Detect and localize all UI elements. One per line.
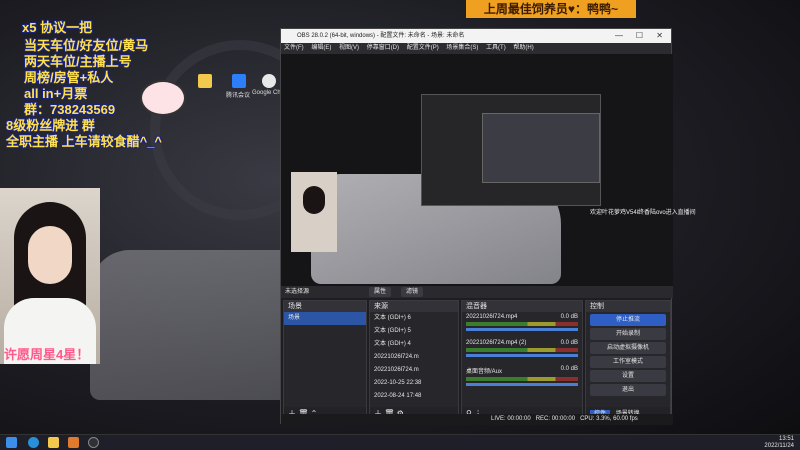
menu-profile[interactable]: 配置文件(P) bbox=[407, 45, 439, 51]
mixer-dock: 混音器 20221026l724.mp4 0.0 dB 20221026l724.… bbox=[461, 300, 583, 422]
start-virtual-camera-button[interactable]: 启动虚拟摄像机 bbox=[590, 342, 666, 354]
obs-icon[interactable] bbox=[88, 437, 99, 448]
menu-tools[interactable]: 工具(T) bbox=[486, 45, 506, 51]
folder-icon[interactable] bbox=[198, 74, 212, 88]
obs-window: OBS 28.0.2 (64-bit, windows) - 配置文件: 未命名… bbox=[280, 28, 673, 425]
webcam-feed bbox=[0, 188, 100, 364]
studio-mode-button[interactable]: 工作室模式 bbox=[590, 356, 666, 368]
preview-webcam bbox=[291, 172, 337, 252]
source-item[interactable]: 20221026l724.m bbox=[370, 351, 458, 364]
no-source-label: 未选择源 bbox=[285, 289, 310, 295]
pig-sticker-icon bbox=[140, 80, 186, 116]
overlay-line: 两天车位/主播上号 bbox=[24, 54, 132, 69]
start-recording-button[interactable]: 开始录制 bbox=[590, 328, 666, 340]
overlay-line: 当天车位/好友位/黄马 bbox=[24, 38, 149, 53]
source-item[interactable]: 文本 (GDI+) 4 bbox=[370, 338, 458, 351]
volume-meter bbox=[466, 348, 578, 352]
nested-preview bbox=[421, 94, 601, 206]
track-name: 桌面音频/Aux bbox=[466, 369, 503, 375]
obs-titlebar: OBS 28.0.2 (64-bit, windows) - 配置文件: 未命名… bbox=[281, 29, 671, 43]
mixer-track: 20221026l724.mp4 (2) 0.0 dB bbox=[462, 338, 582, 364]
track-name: 20221026l724.mp4 (2) bbox=[466, 340, 527, 346]
track-name: 20221026l724.mp4 bbox=[466, 314, 518, 320]
mixer-track: 20221026l724.mp4 0.0 dB bbox=[462, 312, 582, 338]
controls-dock: 控制 停止推流 开始录制 启动虚拟摄像机 工作室模式 设置 退出 控件 场景转换 bbox=[585, 300, 671, 422]
source-item[interactable]: 20221026l724.m bbox=[370, 364, 458, 377]
menu-docks[interactable]: 停靠窗口(D) bbox=[367, 45, 399, 51]
track-db: 0.0 dB bbox=[560, 314, 578, 320]
cpu-status: CPU: 3.3%, 60.00 fps bbox=[580, 416, 638, 422]
source-item[interactable]: 文本 (GDI+) 5 bbox=[370, 325, 458, 338]
volume-slider[interactable] bbox=[466, 328, 578, 331]
source-toolbar: 未选择源 属性 滤镜 bbox=[281, 286, 673, 298]
volume-meter bbox=[466, 377, 578, 381]
live-status: LIVE: 00:00:00 bbox=[491, 416, 531, 422]
app-icon[interactable] bbox=[68, 437, 79, 448]
status-bar: LIVE: 00:00:00 REC: 00:00:00 CPU: 3.3%, … bbox=[281, 414, 673, 425]
clock-time: 13:51 bbox=[778, 436, 794, 442]
overlay-line: 全职主播 上车请较食醋^_^ bbox=[6, 134, 163, 149]
volume-meter bbox=[466, 322, 578, 326]
rec-status: REC: 00:00:00 bbox=[535, 416, 576, 422]
source-item[interactable]: 2022-08-24 17:48 bbox=[370, 390, 458, 403]
overlay-line: x5 协议一把 bbox=[22, 20, 93, 35]
overlay-line: 8级粉丝牌进 群 bbox=[6, 118, 95, 133]
preview-canvas[interactable] bbox=[281, 54, 673, 286]
mixer-title: 混音器 bbox=[462, 301, 582, 312]
menu-bar: 文件(F) 编辑(E) 视图(V) 停靠窗口(D) 配置文件(P) 场景集合(S… bbox=[281, 43, 671, 54]
sources-dock: 来源 文本 (GDI+) 6 文本 (GDI+) 5 文本 (GDI+) 4 2… bbox=[369, 300, 459, 422]
wish-caption: 许愿周星4星！ bbox=[4, 347, 90, 362]
overlay-line: 周榜/房管+私人 bbox=[24, 70, 114, 85]
menu-edit[interactable]: 编辑(E) bbox=[311, 45, 331, 51]
nested-preview-inner bbox=[482, 113, 600, 183]
taskbar: 13:51 2022/11/24 bbox=[0, 434, 800, 450]
settings-button[interactable]: 设置 bbox=[590, 370, 666, 382]
top-banner: 上周最佳饲养员♥：鸭鸭~ bbox=[466, 0, 636, 18]
filters-button[interactable]: 滤镜 bbox=[401, 287, 424, 297]
overlay-line: 群：738243569 bbox=[24, 102, 116, 117]
overlay-line: all in+月票 bbox=[24, 86, 88, 101]
chrome-icon[interactable] bbox=[262, 74, 276, 88]
mixer-track: 桌面音频/Aux 0.0 dB bbox=[462, 364, 582, 393]
menu-view[interactable]: 视图(V) bbox=[339, 45, 359, 51]
edge-icon[interactable] bbox=[28, 437, 39, 448]
properties-button[interactable]: 属性 bbox=[369, 287, 392, 297]
source-item[interactable]: 文本 (GDI+) 6 bbox=[370, 312, 458, 325]
window-title: OBS 28.0.2 (64-bit, windows) - 配置文件: 未命名… bbox=[297, 33, 465, 39]
track-db: 0.0 dB bbox=[560, 340, 578, 346]
webcam-face bbox=[28, 226, 72, 284]
close-icon[interactable]: ✕ bbox=[656, 29, 663, 43]
menu-help[interactable]: 帮助(H) bbox=[513, 45, 533, 51]
menu-scene-collection[interactable]: 场景集合(S) bbox=[446, 45, 478, 51]
clock-date: 2022/11/24 bbox=[764, 443, 794, 449]
scenes-title: 场景 bbox=[284, 301, 366, 312]
maximize-icon[interactable]: ☐ bbox=[636, 29, 643, 43]
sources-title: 来源 bbox=[370, 301, 458, 312]
desktop-icon-label: 腾讯会议 bbox=[226, 93, 251, 99]
folder-icon[interactable] bbox=[48, 437, 59, 448]
stop-streaming-button[interactable]: 停止推流 bbox=[590, 314, 666, 326]
chat-message: 欢迎叶花萝鸡V54l终香陆ovo进入直播间 bbox=[590, 210, 696, 216]
volume-slider[interactable] bbox=[466, 383, 578, 386]
minimize-icon[interactable]: — bbox=[615, 29, 623, 43]
menu-file[interactable]: 文件(F) bbox=[284, 45, 304, 51]
app-icon[interactable] bbox=[232, 74, 246, 88]
controls-title: 控制 bbox=[586, 301, 670, 312]
scene-item[interactable]: 场景 bbox=[284, 312, 366, 325]
windows-start-icon[interactable] bbox=[6, 437, 17, 448]
volume-slider[interactable] bbox=[466, 354, 578, 357]
taskbar-clock[interactable]: 13:51 2022/11/24 bbox=[764, 436, 794, 450]
track-db: 0.0 dB bbox=[560, 366, 578, 372]
exit-button[interactable]: 退出 bbox=[590, 384, 666, 396]
source-item[interactable]: 2022-10-25 22:38 bbox=[370, 377, 458, 390]
preview-face bbox=[303, 186, 325, 214]
scenes-dock: 场景 场景 ＋ 🗑 ⌃ ⌄ bbox=[283, 300, 367, 422]
